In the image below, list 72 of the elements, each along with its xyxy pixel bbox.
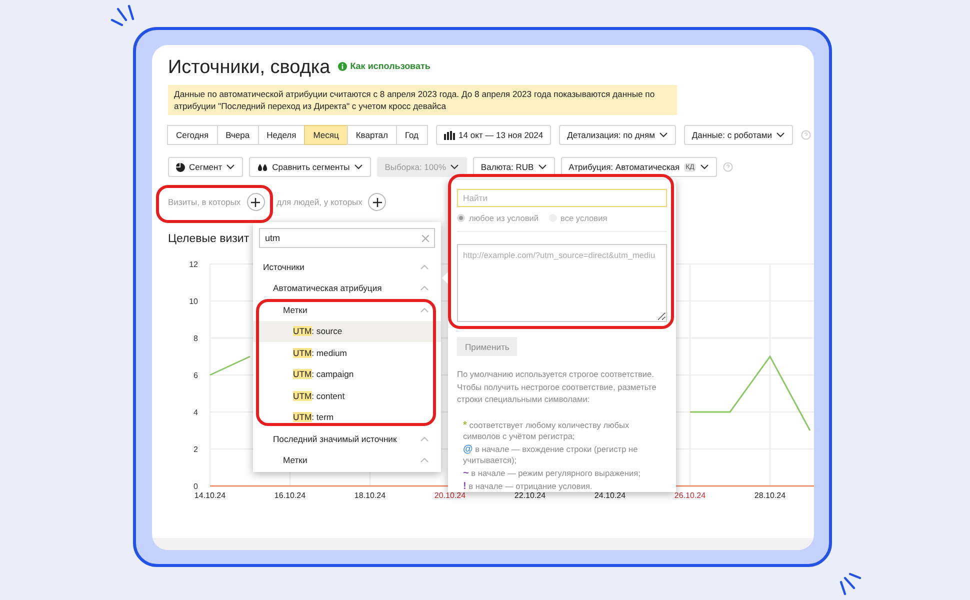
chevron-down-icon [354, 164, 363, 170]
help-icon[interactable] [723, 162, 734, 172]
period-tab[interactable]: Неделя [258, 125, 306, 145]
axis-label: 6 [194, 371, 198, 380]
axis-label: 26.10.24 [674, 491, 706, 500]
chevron-up-icon[interactable] [420, 457, 429, 464]
toolbar-button[interactable]: Сравнить сегменты [249, 157, 371, 177]
period-tab[interactable]: Месяц [304, 125, 348, 145]
chevron-down-icon [450, 164, 459, 170]
tree-item[interactable]: UTM: source [253, 320, 441, 342]
dropdown-button[interactable]: Детализация: по дням [559, 125, 676, 145]
plus-icon [251, 198, 260, 206]
period-tab[interactable]: Вчера [216, 125, 259, 145]
hint-text: По умолчанию используется строгое соответствие. Чтобы получить нестрогое соответствие, разметьте строки специальными символами: [457, 368, 658, 406]
tree-group[interactable]: Источники [263, 262, 304, 272]
chevron-down-icon [226, 164, 236, 170]
chart-title: Целевые визит [168, 233, 250, 245]
chevron-up-icon[interactable] [420, 285, 429, 292]
date-range-button[interactable]: 14 окт — 13 ноя 2024 [436, 125, 552, 145]
info-icon [338, 62, 348, 70]
axis-label: 10 [189, 297, 198, 306]
chevron-up-icon[interactable] [420, 436, 429, 442]
axis-label: 0 [194, 482, 198, 491]
add-button[interactable] [368, 193, 386, 211]
axis-label: 18.10.24 [354, 491, 386, 500]
tree-group[interactable]: Автоматическая атрибуция [273, 283, 382, 294]
axis-label: 8 [194, 334, 198, 343]
dropdown-button[interactable]: Данные: с роботами [684, 125, 793, 145]
period-tab[interactable]: Год [396, 125, 428, 145]
toolbar-button[interactable]: Сегмент [168, 157, 244, 177]
axis-label: 12 [189, 260, 198, 269]
help-link[interactable]: Как использовать [338, 61, 430, 71]
axis-label: 22.10.24 [514, 491, 546, 500]
filter-label: Визиты, в которых [168, 197, 241, 207]
axis-label: 14.10.24 [194, 491, 226, 500]
drops-icon [257, 162, 268, 172]
axis-label: 24.10.24 [594, 491, 626, 500]
notice-banner: Данные по автоматической атрибуции считаются с 8 апреля 2023 года. До 8 апреля 2023 года показываются данные по атрибуции "Последний переход из Директа" с учетом кросс девайса [168, 85, 677, 115]
values-field[interactable]: http://example.com/?utm_source=direct&utm_mediu [457, 244, 667, 322]
chevron-down-icon [538, 164, 547, 170]
help-icon[interactable] [800, 130, 811, 140]
pie-chart-icon [176, 162, 185, 172]
tree-group[interactable]: Метки [283, 304, 308, 315]
add-button[interactable] [246, 193, 265, 211]
filter-label: для людей, у которых [276, 197, 362, 207]
tree-item[interactable]: UTM: campaign [253, 364, 441, 385]
axis-label: 28.10.24 [754, 491, 786, 500]
search-field[interactable]: utm [259, 228, 435, 248]
chevron-down-icon [776, 132, 785, 138]
rule-text: ! в начале — отрицание условия. [463, 480, 594, 492]
search-field[interactable]: Найти [457, 189, 667, 207]
tree-item[interactable]: UTM: content [253, 385, 441, 406]
tree-group[interactable]: Последний значимый источник [273, 434, 397, 444]
axis-label: 20.10.24 [434, 491, 466, 500]
chevron-up-icon[interactable] [420, 264, 429, 270]
period-tab[interactable]: Сегодня [167, 125, 218, 145]
tree-item[interactable]: UTM: term [253, 406, 441, 428]
rule-text: * соответствует любому количеству любых символов с учётом регистра; [463, 420, 630, 442]
page-title: Источники, сводка [168, 57, 330, 79]
close-icon[interactable] [422, 234, 429, 242]
axis-label: 16.10.24 [274, 491, 306, 500]
chevron-down-icon [700, 164, 710, 170]
axis-label: 2 [194, 445, 198, 454]
tree-group[interactable]: Метки [283, 455, 308, 466]
tree-item[interactable]: UTM: medium [253, 342, 441, 364]
plus-icon [372, 198, 382, 206]
rule-text: ~ в начале — режим регулярного выражения; [463, 468, 642, 478]
rule-text: @ в начале — вхождение строки (регистр не учитывается); [463, 444, 639, 466]
axis-label: 4 [194, 408, 198, 417]
chevron-down-icon [658, 132, 668, 138]
chevron-up-icon[interactable] [420, 306, 429, 313]
period-tab[interactable]: Квартал [346, 125, 397, 145]
